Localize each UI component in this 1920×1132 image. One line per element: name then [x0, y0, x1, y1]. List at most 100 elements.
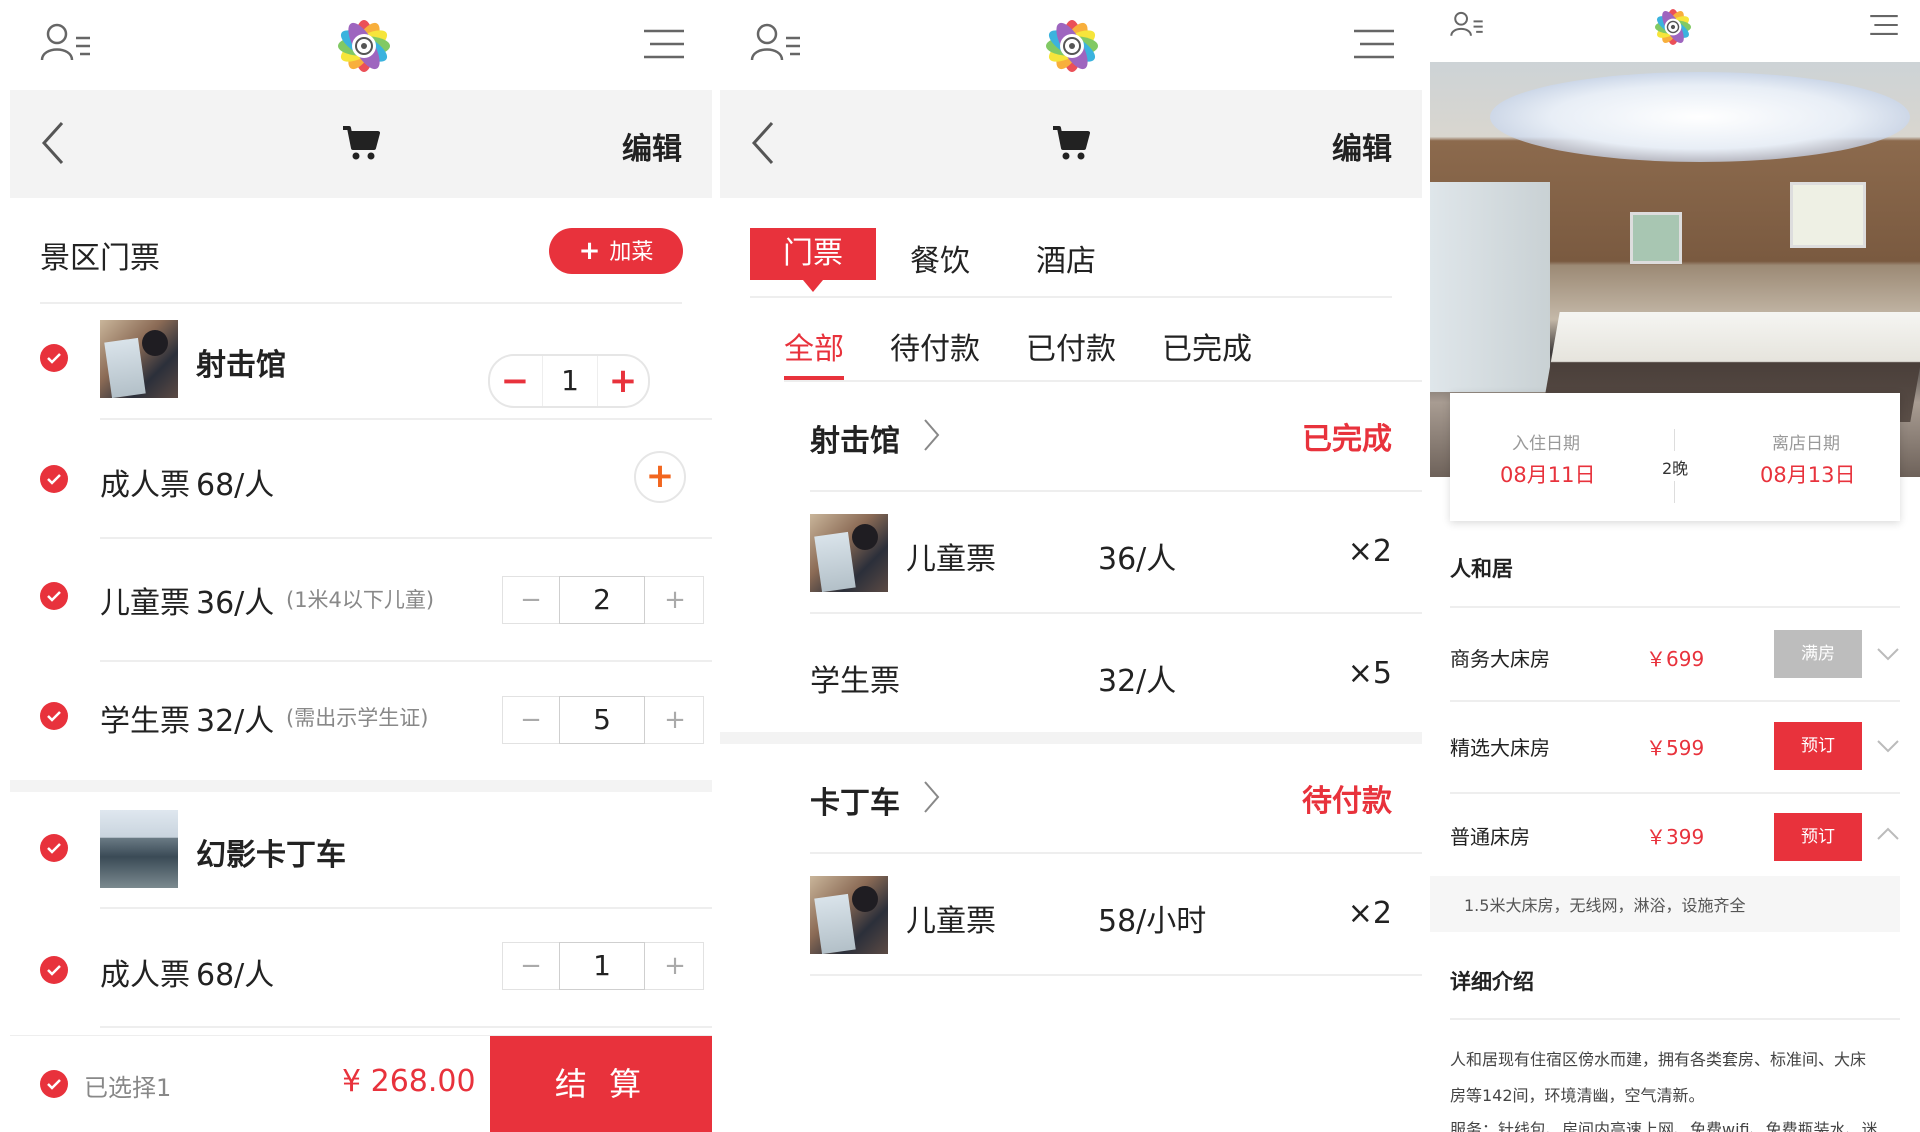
cart-panel: 编辑 景区门票 + 加菜 射击馆 − 1 + 成人票 68/人 + 儿童票 36… — [10, 0, 712, 1132]
nights-count: 2晚 — [1662, 459, 1689, 478]
ticket-price: 32/人 — [196, 704, 275, 739]
intro-title: 详细介绍 — [1450, 970, 1534, 994]
group-check-icon[interactable] — [40, 344, 68, 372]
room-detail-text: 1.5米大床房，无线网，淋浴，设施齐全 — [1464, 896, 1746, 915]
plus-icon: + — [578, 236, 610, 266]
venue-thumbnail — [100, 320, 178, 398]
hamburger-menu-icon[interactable] — [1870, 14, 1898, 40]
hamburger-menu-icon[interactable] — [1354, 28, 1394, 64]
room-price: ￥699 — [1646, 647, 1705, 671]
sold-out-button: 满房 — [1774, 630, 1862, 678]
room-price: ￥599 — [1646, 736, 1705, 760]
group-check-icon[interactable] — [40, 834, 68, 862]
order-item-thumbnail — [810, 514, 888, 592]
order-item-name: 儿童票 — [906, 542, 996, 577]
quantity-value[interactable]: 1 — [542, 356, 598, 406]
checkout-bar: 已选择1 ¥ 268.00 结 算 — [10, 1035, 712, 1132]
ticket-quantity-stepper: − 5 + — [502, 696, 704, 744]
item-check-icon[interactable] — [40, 702, 68, 730]
minus-button[interactable]: − — [503, 577, 559, 623]
order-item-price: 32/人 — [1098, 664, 1177, 699]
checkout-date[interactable]: 08月13日 — [1760, 459, 1855, 489]
order-item-price: 36/人 — [1098, 542, 1177, 577]
add-dish-button[interactable]: + 加菜 — [549, 228, 683, 274]
ticket-price: 68/人 — [196, 468, 275, 503]
user-menu-icon[interactable] — [750, 22, 802, 66]
minus-button[interactable]: − — [503, 943, 559, 989]
edit-button[interactable]: 编辑 — [622, 124, 682, 168]
item-check-icon[interactable] — [40, 465, 68, 493]
ticket-note: (需出示学生证) — [286, 706, 429, 730]
hotel-panel: 入住日期 08月11日 2晚 离店日期 08月13日 人和居 商务大床房 ￥69… — [1430, 0, 1920, 1132]
app-header — [10, 0, 712, 90]
minus-button[interactable]: − — [490, 356, 540, 406]
ticket-price: 68/人 — [196, 958, 275, 993]
order-status: 已完成 — [1302, 422, 1392, 457]
item-check-icon[interactable] — [40, 956, 68, 984]
back-chevron-icon[interactable] — [750, 120, 776, 170]
expand-chevron-down-icon[interactable] — [1876, 646, 1900, 665]
subtab-completed[interactable]: 已完成 — [1162, 324, 1252, 368]
user-menu-icon[interactable] — [1450, 10, 1484, 42]
item-check-icon[interactable] — [40, 582, 68, 610]
subtab-all[interactable]: 全部 — [784, 324, 844, 368]
tab-hotel[interactable]: 酒店 — [1036, 236, 1096, 280]
order-venue[interactable]: 卡丁车 — [810, 778, 900, 822]
order-venue[interactable]: 射击馆 — [810, 416, 900, 460]
checkout-label: 离店日期 — [1772, 434, 1840, 454]
ticket-note: (1米4以下儿童) — [286, 588, 435, 612]
tab-dining[interactable]: 餐饮 — [910, 236, 970, 280]
subtab-paid[interactable]: 已付款 — [1026, 324, 1116, 368]
ticket-name: 成人票 — [100, 468, 190, 503]
group-quantity-stepper: − 1 + — [488, 354, 650, 408]
chevron-right-icon[interactable] — [922, 418, 940, 452]
stay-date-card[interactable]: 入住日期 08月11日 2晚 离店日期 08月13日 — [1450, 393, 1900, 521]
checkout-button[interactable]: 结 算 — [490, 1036, 712, 1132]
minus-button[interactable]: − — [503, 697, 559, 743]
book-button[interactable]: 预订 — [1774, 722, 1862, 770]
subtab-unpaid[interactable]: 待付款 — [890, 324, 980, 368]
add-ticket-button[interactable]: + — [634, 451, 686, 503]
nav-bar: 编辑 — [720, 90, 1422, 198]
order-item-name: 儿童票 — [906, 904, 996, 939]
user-menu-icon[interactable] — [40, 22, 92, 66]
ticket-name: 成人票 — [100, 958, 190, 993]
collapse-chevron-up-icon[interactable] — [1876, 826, 1900, 845]
hotel-name: 人和居 — [1450, 557, 1513, 581]
select-all-check-icon[interactable] — [40, 1070, 68, 1098]
ticket-price: 36/人 — [196, 586, 275, 621]
shopping-cart-icon — [342, 124, 380, 166]
venue-thumbnail — [100, 810, 178, 888]
plus-button[interactable]: + — [647, 697, 703, 743]
edit-button[interactable]: 编辑 — [1332, 124, 1392, 168]
quantity-value[interactable]: 1 — [559, 942, 645, 990]
quantity-value[interactable]: 2 — [559, 576, 645, 624]
checkin-date[interactable]: 08月11日 — [1500, 459, 1595, 489]
app-header — [720, 0, 1422, 90]
order-item-qty: ×2 — [1347, 896, 1392, 931]
order-item-qty: ×5 — [1347, 656, 1392, 691]
expand-chevron-down-icon[interactable] — [1876, 738, 1900, 757]
ticket-name: 儿童票 — [100, 586, 190, 621]
nav-bar: 编辑 — [10, 90, 712, 198]
room-price: ￥399 — [1646, 825, 1705, 849]
hamburger-menu-icon[interactable] — [644, 28, 684, 64]
book-button[interactable]: 预订 — [1774, 813, 1862, 861]
back-chevron-icon[interactable] — [40, 120, 66, 170]
chevron-right-icon[interactable] — [922, 780, 940, 814]
intro-text-line: 房等142间，环境清幽，空气清新。 — [1450, 1086, 1705, 1105]
total-price: ¥ 268.00 — [342, 1064, 476, 1099]
plus-button[interactable]: + — [647, 943, 703, 989]
venue-name: 幻影卡丁车 — [196, 838, 346, 873]
plus-button[interactable]: + — [647, 577, 703, 623]
ticket-name: 学生票 — [100, 704, 190, 739]
order-item-price: 58/小时 — [1098, 904, 1207, 939]
plus-button[interactable]: + — [598, 356, 648, 406]
quantity-value[interactable]: 5 — [559, 696, 645, 744]
section-title: 景区门票 — [40, 241, 160, 276]
venue-name: 射击馆 — [196, 348, 286, 383]
intro-text-line: 服务：针线包、房间内高速上网、免费wifi、免费瓶装水、迷 — [1450, 1120, 1878, 1132]
selected-count: 已选择1 — [84, 1074, 172, 1102]
ticket-quantity-stepper: − 1 + — [502, 942, 704, 990]
tab-tickets[interactable]: 门票 — [750, 228, 876, 292]
